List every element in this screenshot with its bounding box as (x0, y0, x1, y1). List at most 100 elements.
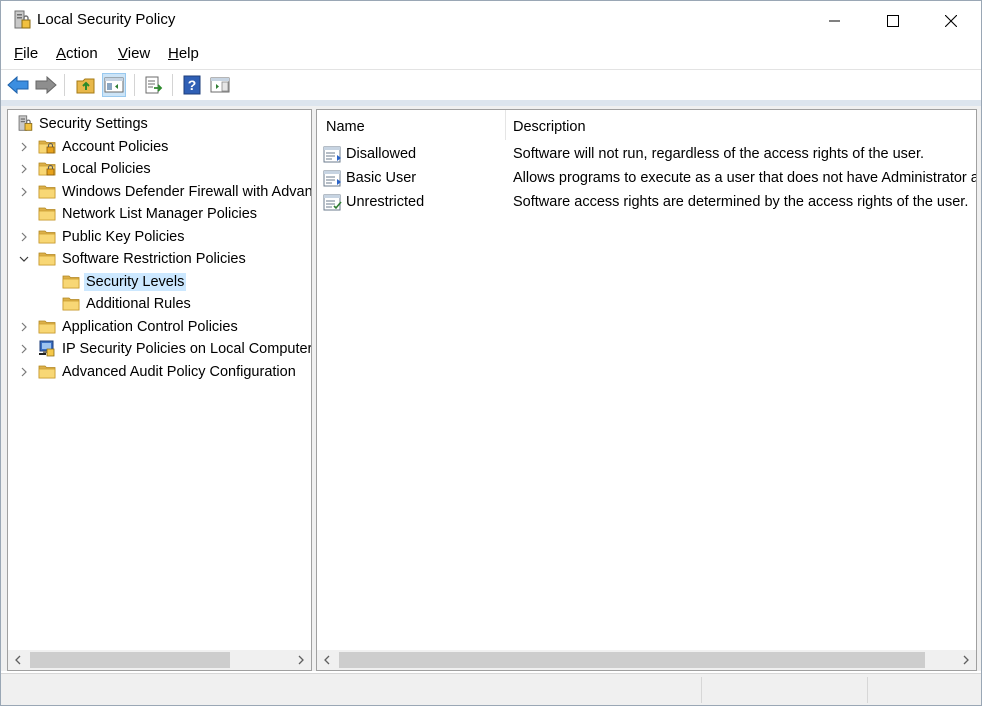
export-list-button[interactable] (142, 73, 166, 97)
tree-item-public-key-policies[interactable]: Public Key Policies (8, 226, 311, 248)
tree-item-windows-defender-firewall-with-advanced-security[interactable]: Windows Defender Firewall with Advanced … (8, 181, 311, 203)
list-item-unrestricted[interactable]: Unrestricted Software access rights are d… (317, 191, 976, 215)
folder-icon (38, 185, 56, 198)
status-cell (701, 677, 867, 703)
tree-expander[interactable] (17, 251, 31, 267)
chevron-right-icon (963, 655, 969, 665)
title-bar[interactable]: Local Security Policy (1, 1, 981, 40)
tree-item-application-control-policies[interactable]: Application Control Policies (8, 316, 311, 338)
minimize-button[interactable] (806, 1, 864, 40)
menu-action[interactable]: Action (56, 45, 98, 62)
folder-icon (38, 320, 56, 333)
tree-horizontal-scrollbar[interactable] (8, 650, 311, 670)
scroll-left-arrow[interactable] (8, 650, 28, 670)
tree-item-label: Security Levels (84, 272, 187, 291)
tree-item-ip-security-policies-on-local-computer[interactable]: IP Security Policies on Local Computer (8, 338, 311, 360)
show-hide-console-tree-button[interactable] (102, 73, 126, 97)
window-title: Local Security Policy (37, 11, 176, 28)
tree-expander[interactable] (17, 341, 31, 357)
list-item-basic-user[interactable]: Basic User Allows programs to execute as … (317, 167, 976, 191)
tree-item-label: Network List Manager Policies (62, 206, 258, 222)
status-bar (1, 673, 981, 705)
tree-expander[interactable] (17, 161, 31, 177)
scroll-right-arrow[interactable] (291, 650, 311, 670)
folder-icon (38, 252, 56, 266)
lock-folder-icon (38, 162, 56, 176)
show-hide-action-pane-button[interactable] (208, 73, 232, 97)
results-list-pane[interactable]: Name Description Disallowed Software will… (316, 109, 977, 671)
up-folder-icon (76, 78, 95, 94)
back-icon (7, 76, 29, 94)
tree-item-security-levels[interactable]: Security Levels (8, 271, 311, 293)
console-tree-pane[interactable]: Security Settings Account Policies Local P… (7, 109, 312, 671)
chevron-right-icon (21, 187, 27, 196)
tree-item-label: Software Restriction Policies (62, 251, 246, 267)
tree-item-advanced-audit-policy-configuration[interactable]: Advanced Audit Policy Configuration (8, 361, 311, 383)
status-cell (867, 677, 979, 703)
maximize-icon (887, 14, 899, 27)
toolbar: ? (1, 69, 981, 100)
chevron-left-icon (324, 655, 330, 665)
toolbar-separator (134, 74, 135, 96)
chevron-right-icon (21, 142, 27, 151)
security-level-icon (323, 170, 341, 187)
security-settings-icon (18, 115, 33, 131)
list-item-description: Allows programs to execute as a user tha… (513, 170, 976, 186)
back-button[interactable] (6, 73, 30, 97)
minimize-icon (829, 20, 840, 21)
list-item-disallowed[interactable]: Disallowed Software will not run, regardl… (317, 143, 976, 167)
help-icon: ? (183, 75, 201, 95)
chevron-down-icon (19, 256, 29, 262)
export-list-icon (145, 76, 163, 94)
forward-icon (35, 76, 57, 94)
tree-item-security-settings[interactable]: Security Settings (8, 113, 311, 135)
tree-item-label: Windows Defender Firewall with Advanced … (62, 183, 312, 200)
list-item-description: Software will not run, regardless of the… (513, 146, 925, 162)
tree-expander[interactable] (17, 319, 31, 335)
tree-item-additional-rules[interactable]: Additional Rules (8, 293, 311, 315)
chevron-right-icon (21, 164, 27, 174)
scrollbar-thumb[interactable] (30, 652, 230, 668)
tree-item-software-restriction-policies[interactable]: Software Restriction Policies (8, 248, 311, 270)
tree-item-label: Security Settings (39, 116, 148, 132)
tree-item-network-list-manager-policies[interactable]: Network List Manager Policies (8, 203, 311, 225)
list-item-name: Unrestricted (346, 194, 425, 210)
show-action-pane-icon (210, 77, 230, 93)
tree-item-account-policies[interactable]: Account Policies (8, 136, 311, 158)
forward-button[interactable] (34, 73, 58, 97)
tree-item-local-policies[interactable]: Local Policies (8, 158, 311, 180)
tree-expander[interactable] (17, 139, 31, 155)
column-header-description[interactable]: Description (513, 119, 586, 135)
list-horizontal-scrollbar[interactable] (317, 650, 976, 670)
list-item-name: Disallowed (346, 146, 417, 162)
tree-expander[interactable] (17, 364, 31, 380)
menu-file[interactable]: File (14, 45, 38, 62)
chevron-right-icon (21, 367, 27, 376)
chevron-right-icon (21, 344, 27, 354)
menu-bar: File Action View Help (1, 43, 981, 67)
tree-item-label: Local Policies (62, 161, 151, 177)
show-hide-tree-icon (104, 77, 124, 93)
tree-item-label: Advanced Audit Policy Configuration (62, 363, 296, 380)
help-button[interactable]: ? (180, 73, 204, 97)
up-one-level-button[interactable] (74, 73, 98, 97)
tree-expander[interactable] (17, 229, 31, 245)
scroll-right-arrow[interactable] (956, 650, 976, 670)
menu-view[interactable]: View (118, 45, 150, 62)
tree-expander[interactable] (17, 184, 31, 200)
close-button[interactable] (922, 1, 980, 40)
maximize-button[interactable] (864, 1, 922, 40)
scroll-left-arrow[interactable] (317, 650, 337, 670)
chevron-right-icon (298, 655, 304, 665)
column-divider[interactable] (505, 110, 506, 140)
tree-item-label: IP Security Policies on Local Computer (62, 341, 312, 357)
folder-icon (62, 275, 80, 288)
menu-help[interactable]: Help (168, 45, 199, 62)
ip-security-icon (39, 340, 55, 357)
tree-item-label: Account Policies (62, 138, 169, 155)
scrollbar-thumb[interactable] (339, 652, 925, 668)
security-level-icon (323, 146, 341, 163)
close-icon (945, 14, 957, 27)
toolbar-separator (172, 74, 173, 96)
column-header-name[interactable]: Name (326, 119, 365, 135)
